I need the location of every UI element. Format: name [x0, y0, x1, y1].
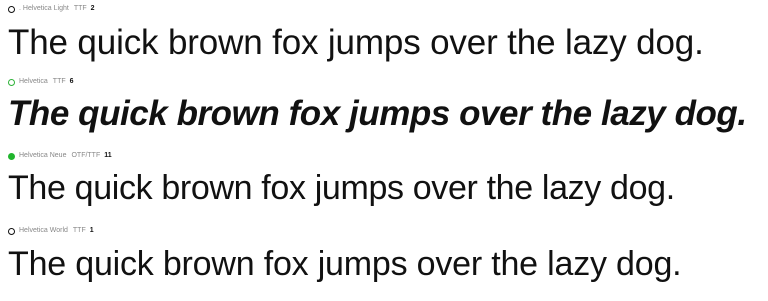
font-status-outline-icon[interactable]	[8, 227, 15, 235]
font-family-name: . Helvetica Light	[19, 5, 69, 12]
font-format: TTF	[72, 227, 86, 234]
font-format: TTF	[73, 5, 87, 12]
font-family-name: Helvetica World	[19, 227, 68, 234]
font-status-active-fill-icon[interactable]	[8, 152, 15, 160]
font-meta-row: Helvetica Neue OTF/TTF 11	[8, 151, 112, 161]
font-family-name: Helvetica	[19, 78, 48, 85]
font-list: . Helvetica Light TTF 2 The quick brown …	[0, 0, 768, 301]
font-sample-text: The quick brown fox jumps over the lazy …	[8, 23, 704, 62]
font-style-count: 1	[89, 227, 94, 234]
font-style-count: 11	[104, 152, 112, 159]
font-style-count: 2	[90, 5, 95, 12]
font-format: OTF/TTF	[71, 152, 101, 159]
font-sample-text: The quick brown fox jumps over the lazy …	[8, 245, 682, 283]
font-format: TTF	[52, 78, 66, 85]
font-family-name: Helvetica Neue	[19, 152, 67, 159]
font-status-active-outline-icon[interactable]	[8, 78, 15, 86]
font-sample-text: The quick brown fox jumps over the lazy …	[8, 94, 747, 133]
font-status-outline-icon[interactable]	[8, 5, 15, 13]
font-meta-row: Helvetica World TTF 1	[8, 226, 94, 236]
font-style-count: 6	[69, 78, 74, 85]
font-meta-row: Helvetica TTF 6	[8, 77, 74, 87]
font-meta-row: . Helvetica Light TTF 2	[8, 4, 95, 14]
font-sample-text: The quick brown fox jumps over the lazy …	[8, 169, 675, 207]
